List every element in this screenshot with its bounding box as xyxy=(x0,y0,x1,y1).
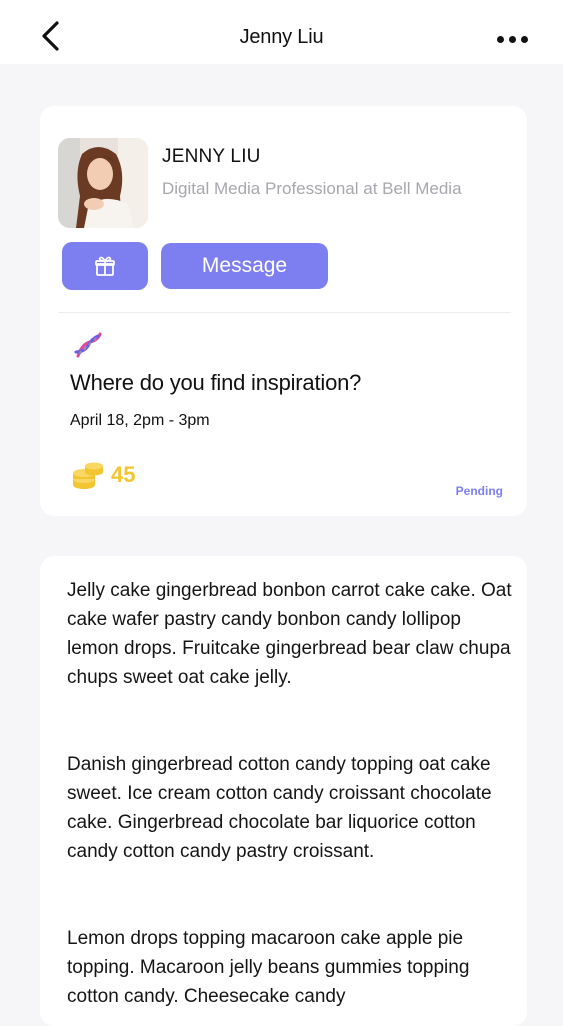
top-nav-bar: Jenny Liu xyxy=(0,0,563,64)
page-title: Jenny Liu xyxy=(239,26,324,48)
content-paragraph: Danish gingerbread cotton candy topping … xyxy=(67,754,492,862)
coins-icon xyxy=(73,462,103,489)
message-button[interactable]: Message xyxy=(161,243,328,289)
event-time: April 18, 2pm - 3pm xyxy=(70,412,210,429)
avatar[interactable] xyxy=(58,138,148,228)
more-dot xyxy=(520,35,528,43)
profile-name: JENNY LIU xyxy=(162,146,261,167)
more-horizontal-icon xyxy=(496,35,504,43)
gift-icon xyxy=(95,256,115,276)
profile-role: Digital Media Professional at Bell Media xyxy=(162,179,462,198)
status-badge: Pending xyxy=(455,484,503,498)
more-dot xyxy=(508,35,516,43)
coins-value: 45 xyxy=(111,462,136,487)
content-paragraph: Jelly cake gingerbread bonbon carrot cak… xyxy=(67,580,512,688)
content-card: Jelly cake gingerbread bonbon carrot cak… xyxy=(40,556,527,1026)
profile-card: JENNY LIU Digital Media Professional at … xyxy=(40,106,527,516)
divider xyxy=(58,312,511,313)
gift-button[interactable] xyxy=(62,242,148,290)
content-paragraph: Lemon drops topping macaroon cake apple … xyxy=(67,928,470,1007)
more-options-button[interactable] xyxy=(487,22,537,56)
dna-icon xyxy=(74,332,102,358)
event-title: Where do you find inspiration? xyxy=(70,370,362,395)
